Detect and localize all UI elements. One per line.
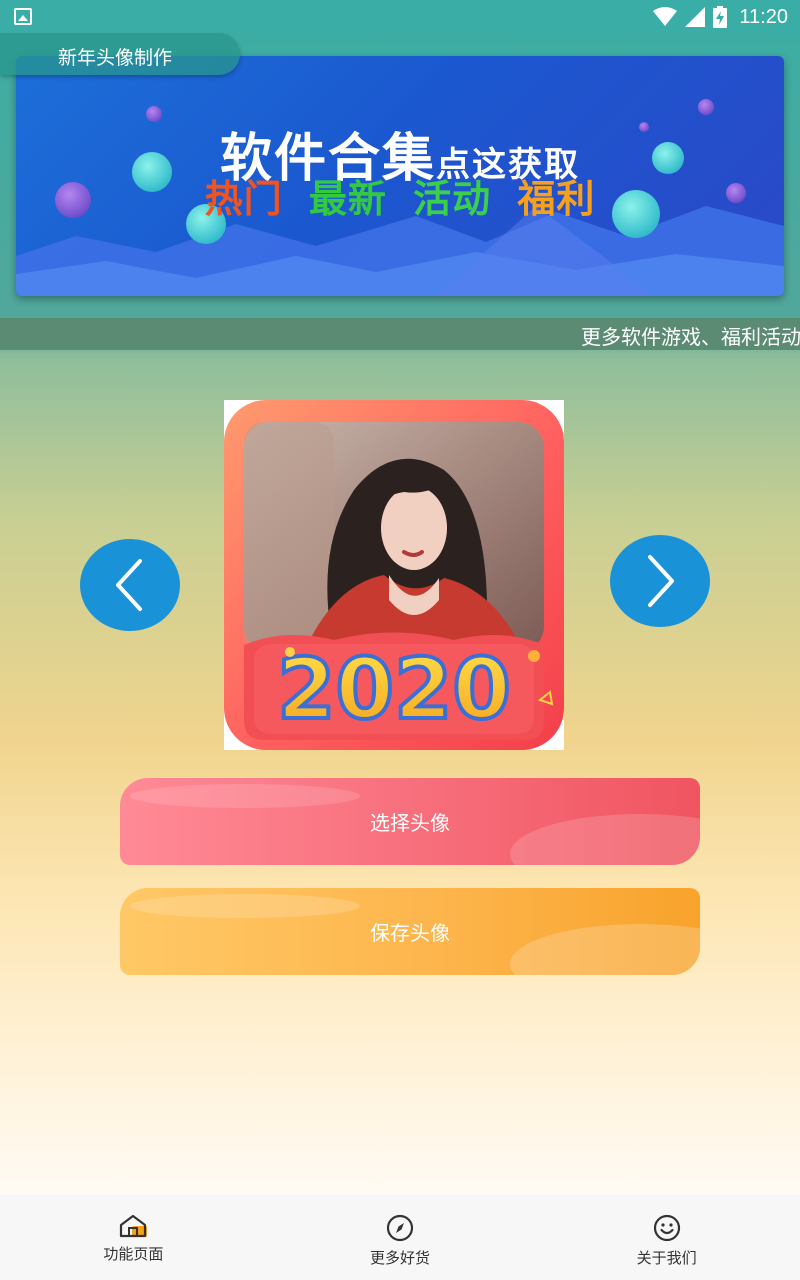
nav-item-more-goods[interactable]: 更多好货 [267, 1195, 534, 1280]
banner-tag-event: 活动 [413, 177, 492, 221]
app-title: 新年头像制作 [58, 47, 173, 69]
banner-tag-hot: 热门 [204, 177, 283, 221]
nav-label-features: 功能页面 [103, 1245, 164, 1263]
nav-label-about-us: 关于我们 [636, 1249, 697, 1267]
app-title-bar: 新年头像制作 [0, 33, 240, 75]
status-icons: 11:20 [653, 4, 788, 30]
compass-icon [386, 1214, 414, 1242]
choose-avatar-button[interactable]: 选择头像 [120, 778, 700, 865]
chevron-left-icon [116, 559, 142, 611]
marquee-text: 更多软件游戏、福利活动 [581, 325, 800, 349]
marquee-strip[interactable]: 更多软件游戏、福利活动 [0, 318, 800, 350]
avatar-frame-image: 2020 [224, 400, 564, 750]
status-time: 11:20 [739, 5, 788, 28]
previous-frame-button[interactable] [80, 539, 180, 631]
status-bar: 11:20 [0, 0, 800, 34]
battery-charging-icon [713, 6, 728, 28]
bottom-navigation: 功能页面 更多好货 关于我们 [0, 1195, 800, 1280]
avatar-preview: 2020 [224, 400, 564, 750]
nav-item-features[interactable]: 功能页面 [0, 1195, 267, 1280]
nav-item-about-us[interactable]: 关于我们 [533, 1195, 800, 1280]
chevron-right-icon [648, 555, 674, 607]
banner-tag-new: 最新 [308, 177, 387, 221]
signal-icon [685, 7, 706, 27]
promo-banner[interactable]: 软件合集点这获取 热门 最新 活动 福利 [16, 56, 784, 296]
year-badge-text: 2020 [277, 640, 511, 738]
save-avatar-label: 保存头像 [370, 921, 450, 945]
banner-tags: 热门 最新 活动 福利 [16, 168, 784, 223]
save-avatar-button[interactable]: 保存头像 [120, 888, 700, 975]
choose-avatar-label: 选择头像 [370, 811, 450, 835]
nav-label-more-goods: 更多好货 [370, 1249, 431, 1267]
banner-tag-benefit: 福利 [517, 177, 596, 221]
home-icon [120, 1214, 148, 1238]
wifi-icon [653, 7, 678, 26]
smile-icon [653, 1214, 680, 1242]
gallery-notification-icon [14, 8, 32, 25]
next-frame-button[interactable] [610, 535, 710, 627]
